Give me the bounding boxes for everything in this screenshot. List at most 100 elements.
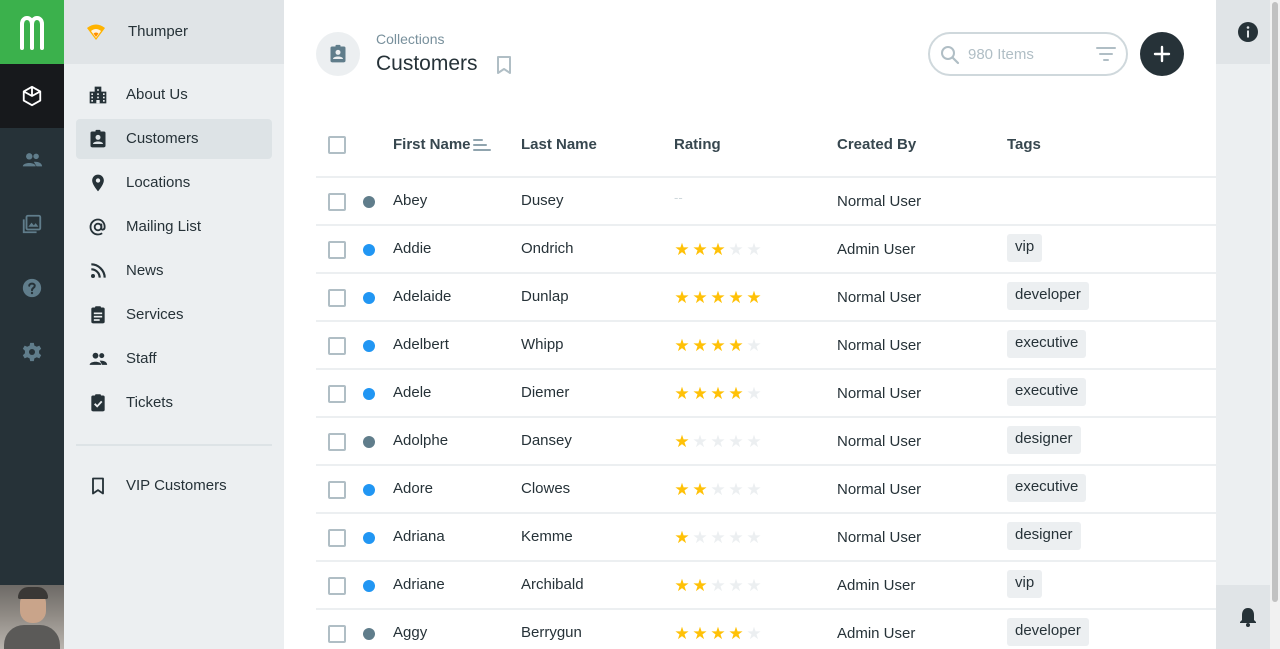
logo-icon bbox=[20, 16, 44, 50]
collections-module-button[interactable] bbox=[0, 64, 64, 128]
bell-icon bbox=[1240, 608, 1256, 627]
page-title: Customers bbox=[376, 52, 478, 75]
settings-module-button[interactable] bbox=[0, 320, 64, 384]
tag-badge: executive bbox=[1007, 474, 1087, 502]
row-checkbox[interactable] bbox=[328, 193, 346, 211]
nav-item-mailing-list[interactable]: Mailing List bbox=[76, 207, 272, 247]
star-icon: ★ bbox=[728, 288, 744, 307]
status-dot bbox=[363, 388, 375, 400]
star-icon: ★ bbox=[692, 432, 708, 451]
cell-rating: ★ ★ ★ ★ ★ bbox=[674, 481, 762, 498]
star-icon: ★ bbox=[728, 240, 744, 259]
cell-first-name: Adriana bbox=[393, 528, 445, 545]
breadcrumb[interactable]: Collections bbox=[376, 31, 444, 47]
column-header-last-name[interactable]: Last Name bbox=[521, 136, 597, 153]
table-row[interactable]: Aggy Berrygun ★ ★ ★ ★ ★ Admin User developer bbox=[316, 610, 1216, 649]
nav-item-services[interactable]: Services bbox=[76, 295, 272, 335]
star-icon: ★ bbox=[710, 432, 726, 451]
star-icon: ★ bbox=[674, 528, 690, 547]
cell-last-name: Dusey bbox=[521, 192, 564, 209]
scrollbar-thumb[interactable] bbox=[1272, 2, 1278, 602]
table-header: First Name Last Name Rating Created By T… bbox=[316, 120, 1216, 178]
project-switcher[interactable]: Thumper bbox=[64, 0, 284, 64]
tag-badge: vip bbox=[1007, 570, 1043, 598]
status-dot bbox=[363, 484, 375, 496]
clipboard-icon bbox=[91, 306, 105, 324]
nav-divider bbox=[76, 444, 272, 446]
column-header-first-name[interactable]: First Name bbox=[393, 136, 471, 153]
cell-first-name: Adelaide bbox=[393, 288, 452, 305]
star-icon: ★ bbox=[746, 432, 762, 451]
row-checkbox[interactable] bbox=[328, 625, 346, 643]
contact-badge-icon bbox=[90, 129, 106, 148]
row-checkbox[interactable] bbox=[328, 337, 346, 355]
table-row[interactable]: Adele Diemer ★ ★ ★ ★ ★ Normal User executive bbox=[316, 370, 1216, 418]
search-bar[interactable] bbox=[928, 32, 1128, 76]
user-avatar[interactable] bbox=[0, 585, 64, 649]
search-input[interactable] bbox=[968, 44, 1088, 64]
box-icon bbox=[22, 85, 42, 107]
cell-first-name: Adolphe bbox=[393, 432, 449, 449]
star-icon: ★ bbox=[728, 624, 744, 643]
filter-icon[interactable] bbox=[1096, 46, 1116, 62]
star-icon: ★ bbox=[674, 336, 690, 355]
files-module-button[interactable] bbox=[0, 192, 64, 256]
nav-item-news[interactable]: News bbox=[76, 251, 272, 291]
column-header-rating[interactable]: Rating bbox=[674, 136, 721, 153]
nav-item-label: About Us bbox=[126, 86, 188, 103]
star-icon: ★ bbox=[710, 384, 726, 403]
row-checkbox[interactable] bbox=[328, 481, 346, 499]
nav-item-about-us[interactable]: About Us bbox=[76, 75, 272, 115]
table-row[interactable]: Adelaide Dunlap ★ ★ ★ ★ ★ Normal User developer bbox=[316, 274, 1216, 322]
table-row[interactable]: Adolphe Dansey ★ ★ ★ ★ ★ Normal User designer bbox=[316, 418, 1216, 466]
star-icon: ★ bbox=[692, 576, 708, 595]
star-icon: ★ bbox=[728, 480, 744, 499]
table-row[interactable]: Addie Ondrich ★ ★ ★ ★ ★ Admin User vip bbox=[316, 226, 1216, 274]
column-header-tags[interactable]: Tags bbox=[1007, 136, 1041, 153]
module-rail bbox=[0, 0, 64, 649]
star-icon: ★ bbox=[692, 288, 708, 307]
row-checkbox[interactable] bbox=[328, 289, 346, 307]
table-row[interactable]: Abey Dusey -- Normal User bbox=[316, 178, 1216, 226]
collection-icon-button[interactable] bbox=[316, 32, 360, 76]
at-sign-icon bbox=[89, 218, 106, 236]
row-checkbox[interactable] bbox=[328, 433, 346, 451]
cell-rating: ★ ★ ★ ★ ★ bbox=[674, 577, 762, 594]
table-row[interactable]: Adriana Kemme ★ ★ ★ ★ ★ Normal User designer bbox=[316, 514, 1216, 562]
row-checkbox[interactable] bbox=[328, 385, 346, 403]
help-module-button[interactable] bbox=[0, 256, 64, 320]
bookmark-icon bbox=[92, 477, 104, 495]
star-icon: ★ bbox=[710, 240, 726, 259]
nav-item-label: News bbox=[126, 262, 164, 279]
row-checkbox[interactable] bbox=[328, 529, 346, 547]
star-icon: ★ bbox=[746, 288, 762, 307]
table-row[interactable]: Adriane Archibald ★ ★ ★ ★ ★ Admin User vip bbox=[316, 562, 1216, 610]
nav-item-staff[interactable]: Staff bbox=[76, 339, 272, 379]
tag-badge: developer bbox=[1007, 618, 1089, 646]
nav-item-locations[interactable]: Locations bbox=[76, 163, 272, 203]
table-row[interactable]: Adore Clowes ★ ★ ★ ★ ★ Normal User executive bbox=[316, 466, 1216, 514]
add-item-button[interactable] bbox=[1140, 32, 1184, 76]
nav-bookmark-vip-customers[interactable]: VIP Customers bbox=[76, 466, 272, 506]
images-icon bbox=[22, 214, 42, 234]
select-all-checkbox[interactable] bbox=[328, 136, 346, 154]
users-module-button[interactable] bbox=[0, 128, 64, 192]
tag-badge: designer bbox=[1007, 522, 1081, 550]
sort-icon[interactable] bbox=[473, 138, 491, 152]
app-logo[interactable] bbox=[0, 0, 64, 64]
search-icon bbox=[941, 46, 960, 65]
column-header-created-by[interactable]: Created By bbox=[837, 136, 916, 153]
bookmark-icon[interactable] bbox=[496, 56, 512, 74]
table-row[interactable]: Adelbert Whipp ★ ★ ★ ★ ★ Normal User executive bbox=[316, 322, 1216, 370]
cell-first-name: Adriane bbox=[393, 576, 445, 593]
cell-last-name: Archibald bbox=[521, 576, 584, 593]
cell-first-name: Abey bbox=[393, 192, 428, 209]
cell-rating: ★ ★ ★ ★ ★ bbox=[674, 625, 762, 642]
nav-bookmark-label: VIP Customers bbox=[126, 477, 227, 494]
row-checkbox[interactable] bbox=[328, 241, 346, 259]
nav-item-tickets[interactable]: Tickets bbox=[76, 383, 272, 423]
status-dot bbox=[363, 340, 375, 352]
nav-item-customers[interactable]: Customers bbox=[76, 119, 272, 159]
row-checkbox[interactable] bbox=[328, 577, 346, 595]
cell-created-by: Normal User bbox=[837, 481, 922, 498]
